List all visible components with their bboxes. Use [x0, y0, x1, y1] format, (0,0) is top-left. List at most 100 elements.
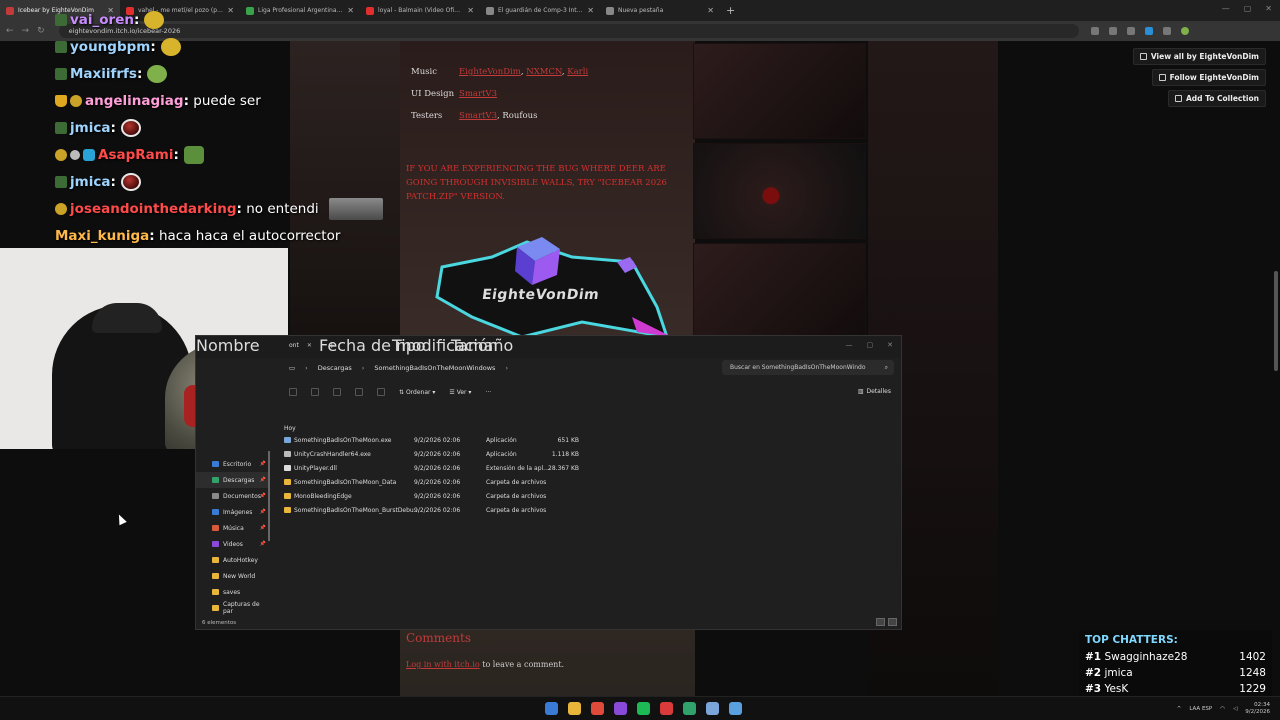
tab-close-icon[interactable]: ✕	[587, 6, 594, 15]
column-header[interactable]: Tamaño	[451, 336, 513, 355]
tiles-view-icon[interactable]	[888, 618, 897, 626]
pin-icon[interactable]: 📌	[260, 477, 266, 483]
taskbar-app-icon[interactable]	[637, 702, 650, 715]
back-icon[interactable]: ←	[6, 26, 14, 36]
nav-item[interactable]: saves	[196, 584, 270, 600]
forward-icon[interactable]: →	[22, 26, 30, 36]
chevron-up-icon[interactable]: ^	[1177, 706, 1182, 712]
nav-item[interactable]: Documentos 📌	[196, 488, 270, 504]
chat-username[interactable]: jmica	[70, 174, 110, 190]
star-icon[interactable]	[1126, 27, 1135, 35]
volume-icon[interactable]: ◁	[1233, 706, 1237, 712]
nav-item[interactable]: AutoHotkey	[196, 552, 270, 568]
details-pane-button[interactable]: ▥ Detalles	[858, 388, 891, 395]
chat-username[interactable]: AsapRami	[98, 147, 173, 163]
maximize-icon[interactable]: ▢	[1244, 4, 1252, 13]
chat-username[interactable]: vai_oren	[70, 12, 134, 28]
column-header[interactable]: Nombre	[196, 336, 260, 355]
sort-button[interactable]: ⇅ Ordenar ▾	[399, 389, 435, 396]
nav-item[interactable]: Capturas de par	[196, 600, 270, 616]
share-icon[interactable]	[355, 388, 363, 396]
nav-item[interactable]: Imágenes 📌	[196, 504, 270, 520]
credit-link[interactable]: SmartV3	[459, 89, 497, 99]
close-icon[interactable]: ✕	[1265, 4, 1272, 13]
chat-username[interactable]: jmica	[70, 120, 110, 136]
chat-username[interactable]: angelinagiag	[85, 93, 184, 109]
breadcrumb-folder[interactable]: SomethingBadIsOnTheMoonWindows	[374, 364, 495, 372]
chat-username[interactable]: joseandointhedarking	[70, 201, 237, 217]
new-tab-button[interactable]: +	[720, 4, 741, 17]
minimize-icon[interactable]: —	[846, 341, 853, 349]
nav-item[interactable]: Música 📌	[196, 520, 270, 536]
page-scrollbar[interactable]	[1274, 271, 1278, 371]
follow-button[interactable]: Follow EighteVonDim	[1151, 69, 1266, 86]
chat-username[interactable]: Maxiifrfs	[70, 66, 137, 82]
paste-icon[interactable]	[311, 388, 319, 396]
explorer-tab[interactable]: ont ✕	[289, 342, 312, 349]
profile-avatar[interactable]	[1180, 27, 1189, 35]
file-row[interactable]: MonoBleedingEdge 9/2/2026 02:06 Carpeta de…	[284, 489, 604, 503]
minimize-icon[interactable]: —	[1222, 4, 1230, 13]
browser-tab[interactable]: El guardián de Comp-3 Interac ✕	[480, 0, 600, 21]
chat-username[interactable]: youngbpm	[70, 39, 150, 55]
screenshot[interactable]	[693, 243, 866, 339]
explorer-search-input[interactable]: Buscar en SomethingBadIsOnTheMoonWindo ⌕	[722, 360, 894, 375]
file-row[interactable]: SomethingBadIsOnTheMoon.exe 9/2/2026 02:0…	[284, 433, 604, 447]
screenshot[interactable]	[693, 143, 866, 239]
nav-scrollbar[interactable]	[268, 451, 270, 541]
add-to-collection-button[interactable]: Add To Collection	[1167, 90, 1266, 107]
browser-tab[interactable]: Nueva pestaña ✕	[600, 0, 720, 21]
language-indicator[interactable]: LAA ESP	[1189, 706, 1212, 712]
nav-item[interactable]: Videos 📌	[196, 536, 270, 552]
translate-icon[interactable]	[1090, 27, 1099, 35]
taskbar-app-icon[interactable]	[729, 702, 742, 715]
clock[interactable]: 02:34 9/2/2026	[1245, 702, 1270, 716]
reload-icon[interactable]: ↻	[37, 26, 45, 36]
file-row[interactable]: UnityPlayer.dll 9/2/2026 02:06 Extensión d…	[284, 461, 604, 475]
view-button[interactable]: ☰ Ver ▾	[449, 389, 471, 396]
explorer-tab-close-icon[interactable]: ✕	[307, 342, 312, 349]
file-row[interactable]: SomethingBadIsOnTheMoon_Data 9/2/2026 02:…	[284, 475, 604, 489]
pin-icon[interactable]: 📌	[260, 509, 266, 515]
eye-off-icon[interactable]	[1108, 27, 1117, 35]
more-options-icon[interactable]: ···	[485, 389, 491, 396]
view-all-button[interactable]: View all by EighteVonDim	[1132, 48, 1266, 65]
credit-link[interactable]: SmartV3	[459, 111, 497, 121]
pin-icon[interactable]: 📌	[260, 525, 266, 531]
nav-item[interactable]: Descargas 📌	[196, 472, 270, 488]
taskbar-app-icon[interactable]	[545, 702, 558, 715]
taskbar-app-icon[interactable]	[660, 702, 673, 715]
chat-username[interactable]: Maxi_kuniga	[55, 228, 149, 244]
tab-close-icon[interactable]: ✕	[707, 6, 714, 15]
close-icon[interactable]: ✕	[887, 341, 893, 349]
taskbar-app-icon[interactable]	[614, 702, 627, 715]
pin-icon[interactable]: 📌	[260, 461, 266, 467]
pin-icon[interactable]: 📌	[260, 493, 266, 499]
credit-link[interactable]: EighteVonDim	[459, 67, 521, 77]
tab-close-icon[interactable]: ✕	[467, 6, 474, 15]
nav-item[interactable]: Escritorio 📌	[196, 456, 270, 472]
extension-icon[interactable]	[1144, 27, 1153, 35]
wifi-icon[interactable]: ◠	[1220, 706, 1225, 712]
puzzle-icon[interactable]	[1162, 27, 1171, 35]
file-row[interactable]: SomethingBadIsOnTheMoon_BurstDebu... 9/2/…	[284, 503, 604, 517]
nav-item[interactable]: New World	[196, 568, 270, 584]
credit-link[interactable]: NXMCN	[526, 67, 562, 77]
pin-icon[interactable]: 📌	[260, 541, 266, 547]
login-link[interactable]: Log in with itch.io	[406, 660, 480, 669]
maximize-icon[interactable]: ▢	[867, 341, 874, 349]
rename-icon[interactable]	[333, 388, 341, 396]
copy-icon[interactable]	[289, 388, 297, 396]
taskbar-app-icon[interactable]	[568, 702, 581, 715]
file-row[interactable]: UnityCrashHandler64.exe 9/2/2026 02:06 Apl…	[284, 447, 604, 461]
breadcrumb[interactable]: ▭ › Descargas › SomethingBadIsOnTheMoonW…	[289, 364, 508, 372]
screenshot[interactable]	[693, 43, 866, 139]
details-view-icon[interactable]	[876, 618, 885, 626]
breadcrumb-downloads[interactable]: Descargas	[318, 364, 352, 372]
column-header[interactable]: Tipo	[392, 336, 426, 355]
delete-icon[interactable]	[377, 388, 385, 396]
taskbar-app-icon[interactable]	[706, 702, 719, 715]
taskbar-app-icon[interactable]	[591, 702, 604, 715]
taskbar-app-icon[interactable]	[683, 702, 696, 715]
credit-link[interactable]: Karli	[567, 67, 588, 77]
